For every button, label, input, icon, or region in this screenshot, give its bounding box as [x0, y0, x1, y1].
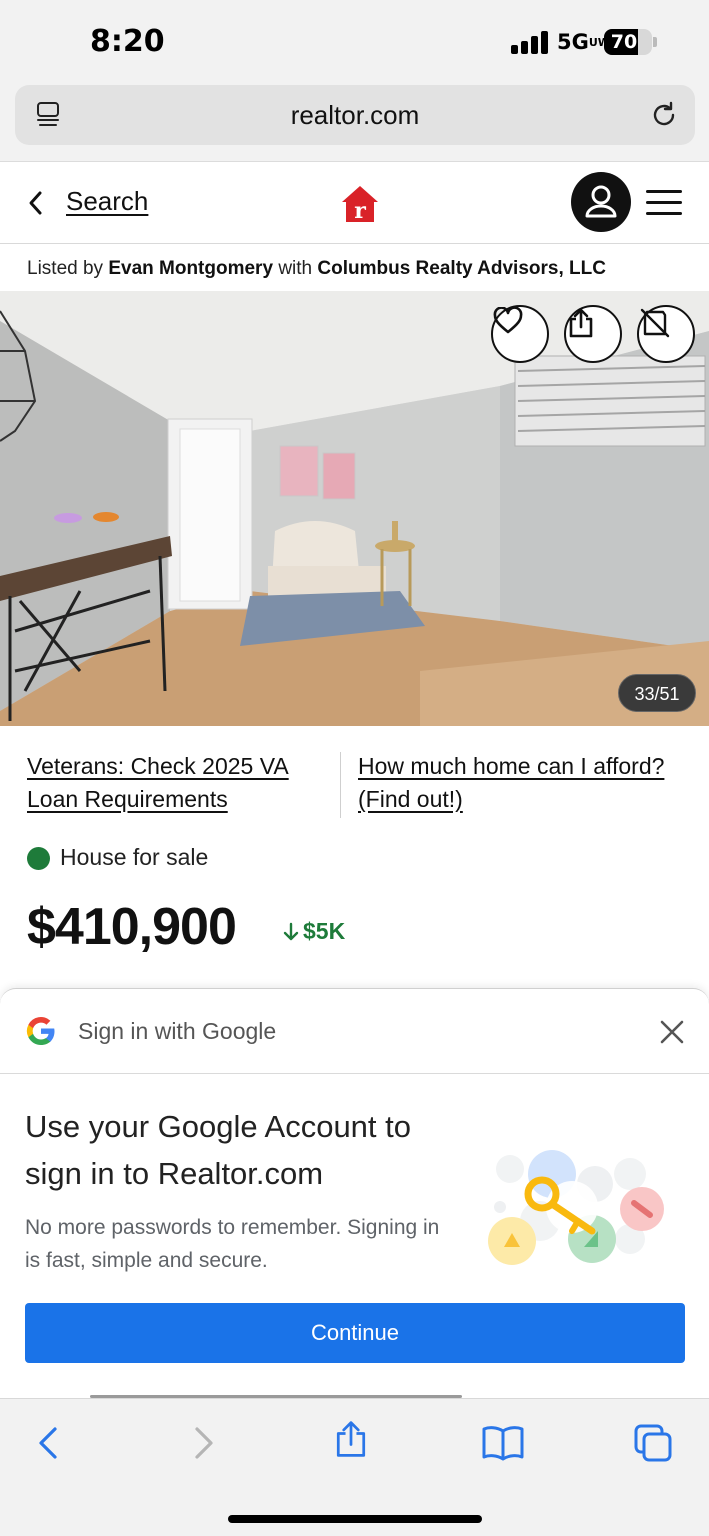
agent-name: Evan Montgomery [108, 258, 274, 279]
listing-photo[interactable]: 33/51 [0, 291, 709, 726]
favorite-button[interactable] [491, 305, 549, 363]
network-label: 5G [557, 30, 589, 54]
status-dot-icon [27, 847, 50, 870]
listed-by-prefix: Listed by [27, 258, 104, 279]
bookmarks-icon[interactable] [481, 1423, 525, 1463]
hide-listing-icon [640, 308, 670, 338]
network-type: 5GUW [557, 30, 610, 54]
realtor-logo[interactable]: r [340, 184, 380, 224]
close-icon[interactable] [659, 1019, 685, 1045]
heart-icon [493, 307, 523, 334]
hamburger-menu-icon[interactable] [646, 190, 682, 216]
share-icon[interactable] [331, 1419, 371, 1459]
sheet-header: Sign in with Google [0, 989, 709, 1074]
url-text[interactable]: realtor.com [15, 85, 695, 145]
hide-listing-button[interactable] [637, 305, 695, 363]
status-time: 8:20 [90, 24, 165, 59]
photo-counter: 33/51 [618, 674, 696, 712]
listing-price: $410,900 [27, 898, 237, 956]
listing-status: House for sale [60, 844, 209, 870]
browser-toolbar [0, 1395, 709, 1536]
forward-icon[interactable] [182, 1423, 222, 1463]
price-drop: $5K [283, 918, 345, 945]
user-avatar-icon[interactable] [571, 172, 631, 232]
affordability-link[interactable]: How much home can I afford? (Find out!) [358, 750, 678, 816]
listed-by-with: with [278, 258, 313, 279]
va-loan-link[interactable]: Veterans: Check 2025 VA Loan Requirement… [27, 750, 327, 816]
cellular-signal-icon [511, 30, 549, 54]
back-icon[interactable] [30, 1423, 70, 1463]
sheet-heading: Use your Google Account to sign in to Re… [25, 1109, 412, 1191]
browser-address-area: realtor.com [0, 84, 709, 162]
chevron-left-icon[interactable] [26, 190, 46, 216]
battery-level: 70 [610, 31, 638, 53]
arrow-down-icon [283, 922, 299, 940]
tabs-icon[interactable] [633, 1423, 673, 1463]
svg-text:r: r [354, 198, 366, 224]
reload-icon[interactable] [649, 100, 679, 130]
promo-divider [340, 752, 341, 818]
listed-by-line: Listed by Evan Montgomery with Columbus … [27, 258, 606, 280]
battery-icon: 70 [604, 29, 652, 55]
site-header: Search r [0, 162, 709, 244]
continue-button[interactable]: Continue [25, 1303, 685, 1363]
status-bar: 8:20 5GUW 70 [0, 0, 709, 84]
google-signin-sheet: Sign in with Google Use your Google Acco… [0, 988, 709, 1398]
key-illustration-icon [488, 1150, 664, 1265]
share-icon [569, 308, 593, 338]
network-suffix: UW [588, 36, 610, 49]
battery-tip [653, 37, 657, 47]
scroll-indicator [90, 1395, 462, 1398]
google-logo-icon [26, 1016, 55, 1046]
home-indicator [228, 1515, 482, 1523]
address-bar[interactable]: realtor.com [15, 85, 695, 145]
back-to-search-link[interactable]: Search [66, 186, 148, 217]
price-drop-amount: $5K [303, 918, 346, 944]
share-button[interactable] [564, 305, 622, 363]
brokerage-name: Columbus Realty Advisors, LLC [317, 258, 606, 279]
sheet-description: No more passwords to remember. Signing i… [25, 1216, 440, 1272]
sheet-title: Sign in with Google [78, 1018, 277, 1044]
